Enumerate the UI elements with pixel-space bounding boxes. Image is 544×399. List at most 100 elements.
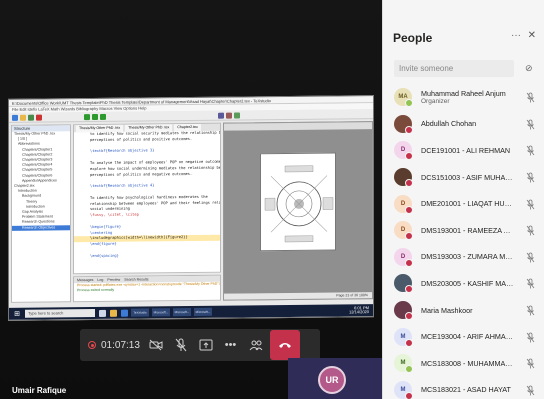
share-invite-icon[interactable]: ⊘ xyxy=(525,63,533,74)
mic-muted-icon[interactable] xyxy=(526,199,535,212)
participant-name: DMS193003 - ZUMARA MUNIR xyxy=(421,252,515,262)
mic-muted-icon[interactable] xyxy=(526,385,535,398)
task-view-icon[interactable] xyxy=(99,309,106,317)
shared-desktop: E:\Documents\Office Work\UMT Thesis Temp… xyxy=(8,95,374,321)
format-bold-icon[interactable] xyxy=(218,112,224,119)
participant-name: MCS183008 - MUHAMMAD ALI xyxy=(421,358,515,368)
mic-muted-icon[interactable] xyxy=(526,92,535,105)
format-italic-icon[interactable] xyxy=(226,112,232,119)
participant-name: Maria Mashkoor xyxy=(421,305,473,315)
message-line: Process exited normally xyxy=(77,287,115,293)
participant-row[interactable]: M MCE193004 - ARIF AHMADZAI xyxy=(383,323,544,350)
participant-info: DCS151003 - ASIF MUHAMMAD xyxy=(421,173,515,182)
taskbar-app[interactable]: Microsoft... xyxy=(152,308,170,317)
more-options-icon[interactable]: ··· xyxy=(511,30,521,41)
taskbar-app[interactable]: Microsoft... xyxy=(194,307,212,316)
participant-avatar: MA xyxy=(394,88,413,108)
participant-row[interactable]: DCS151003 - ASIF MUHAMMAD xyxy=(383,164,544,191)
structure-tree-item[interactable]: Research Objectives xyxy=(12,224,70,231)
close-file-icon[interactable] xyxy=(36,114,42,121)
open-file-icon[interactable] xyxy=(20,114,26,121)
participant-info: DMS203005 - KASHIF MAHMOOD xyxy=(421,279,515,288)
structure-tree[interactable]: Thesis/My Other PhD .tex[ 1/0 ] Abbreviat… xyxy=(12,131,70,231)
structure-panel: Structure Thesis/My Other PhD .tex[ 1/0 … xyxy=(11,124,71,303)
participant-name: DCE191001 - ALI REHMAN xyxy=(421,145,511,155)
taskbar-app[interactable]: TeXstudio xyxy=(131,308,149,317)
participant-avatar: D xyxy=(394,221,413,241)
file-explorer-icon[interactable] xyxy=(110,309,117,317)
taskbar-clock[interactable]: 6:01 PM 12/14/2020 xyxy=(348,305,369,315)
clock-date: 12/14/2020 xyxy=(348,309,369,315)
new-file-icon[interactable] xyxy=(12,114,18,121)
teams-meeting-window: E:\Documents\Office Work\UMT Thesis Temp… xyxy=(0,0,544,399)
self-name-label: Umair Rafique xyxy=(12,386,67,395)
close-icon[interactable]: ✕ xyxy=(528,30,536,41)
self-avatar: UR xyxy=(318,366,346,394)
participant-row[interactable]: D DCE191001 - ALI REHMAN xyxy=(383,137,544,164)
hang-up-button[interactable] xyxy=(270,330,300,360)
participant-row[interactable]: DMS203005 - KASHIF MAHMOOD xyxy=(383,270,544,297)
compile-icon[interactable] xyxy=(92,113,98,120)
participant-role: Organizer xyxy=(421,98,450,106)
windows-taskbar: ⊞ Type here to search TeXstudio Microsof… xyxy=(9,304,373,320)
participant-row[interactable]: M MCS183021 - ASAD HAYAT xyxy=(383,377,544,399)
mic-muted-icon[interactable] xyxy=(526,252,535,265)
participant-avatar: D xyxy=(394,141,413,161)
mic-muted-icon[interactable] xyxy=(526,305,535,318)
recording-icon xyxy=(88,341,96,349)
mic-muted-icon[interactable] xyxy=(526,225,535,238)
video-off-icon[interactable] xyxy=(143,333,168,357)
participant-name: MCS183021 - ASAD HAYAT xyxy=(421,385,511,395)
pdf-toolbar[interactable] xyxy=(224,122,372,131)
participant-avatar: D xyxy=(394,247,413,267)
participant-photo-avatar xyxy=(394,168,413,188)
share-tray-icon[interactable] xyxy=(193,333,218,357)
view-pdf-icon[interactable] xyxy=(100,113,106,120)
participant-info: Maria Mashkoor xyxy=(421,306,515,315)
participant-info: DME201001 - LIAQAT HUSSAIN xyxy=(421,199,515,208)
invite-someone-input[interactable] xyxy=(394,60,514,77)
participant-row[interactable]: M MCS183008 - MUHAMMAD ALI xyxy=(383,350,544,377)
more-actions-icon[interactable]: ••• xyxy=(218,333,243,357)
save-icon[interactable] xyxy=(28,114,34,121)
mic-muted-icon[interactable] xyxy=(526,145,535,158)
mic-muted-icon[interactable] xyxy=(526,332,535,345)
participant-info: DMS193001 - RAMEEZA ANWAR xyxy=(421,226,515,235)
participant-avatar: D xyxy=(394,194,413,214)
participant-row[interactable]: MA Muhammad Raheel Anjum Organizer xyxy=(383,84,544,111)
pdf-page-figure xyxy=(260,152,336,252)
windows-start-icon[interactable]: ⊞ xyxy=(12,309,22,319)
build-view-icon[interactable] xyxy=(84,113,90,120)
show-participants-icon[interactable] xyxy=(243,333,268,357)
participant-row[interactable]: Abdullah Chohan xyxy=(383,111,544,138)
mic-muted-icon[interactable] xyxy=(526,172,535,185)
call-timer: 01:07:13 xyxy=(101,339,140,351)
participant-row[interactable]: D DMS193003 - ZUMARA MUNIR xyxy=(383,244,544,271)
participant-row[interactable]: D DME201001 - LIAQAT HUSSAIN xyxy=(383,190,544,217)
people-panel: People ··· ✕ ⊘ MA Muhammad Raheel AnjumOr… xyxy=(382,0,544,399)
participant-name: DMS203005 - KASHIF MAHMOOD xyxy=(421,278,515,288)
participant-row[interactable]: D DMS193001 - RAMEEZA ANWAR xyxy=(383,217,544,244)
self-video-tile: UR xyxy=(288,358,382,399)
mic-muted-icon[interactable] xyxy=(526,358,535,371)
pdf-viewer[interactable]: Page 23 of 36 100% xyxy=(223,121,373,301)
participant-photo-avatar xyxy=(394,274,413,294)
participant-name: MCE193004 - ARIF AHMADZAI xyxy=(421,332,515,342)
participant-name: DME201001 - LIAQAT HUSSAIN xyxy=(421,199,515,209)
format-align-icon[interactable] xyxy=(234,111,240,119)
participant-name: DMS193001 - RAMEEZA ANWAR xyxy=(421,225,515,235)
edge-browser-icon[interactable] xyxy=(121,309,128,317)
mic-muted-icon[interactable] xyxy=(526,278,535,291)
code-editor[interactable]: Thesis/My Other PhD .tex Thesis/My Other… xyxy=(73,122,221,275)
mic-muted-icon[interactable] xyxy=(526,119,535,132)
code-lines[interactable]: to identify how social security mediates… xyxy=(74,131,220,260)
participant-row[interactable]: Maria Mashkoor xyxy=(383,297,544,324)
taskbar-search[interactable]: Type here to search xyxy=(25,309,95,318)
people-panel-title: People xyxy=(393,31,433,45)
participant-info: MCE193004 - ARIF AHMADZAI xyxy=(421,332,515,341)
taskbar-app[interactable]: Microsoft... xyxy=(173,308,191,317)
pdf-status-bar: Page 23 of 36 100% xyxy=(224,292,372,300)
participant-name: Muhammad Raheel Anjum xyxy=(421,89,506,99)
mic-off-icon[interactable] xyxy=(168,333,193,357)
code-line[interactable]: \end{spacing} xyxy=(74,252,220,259)
